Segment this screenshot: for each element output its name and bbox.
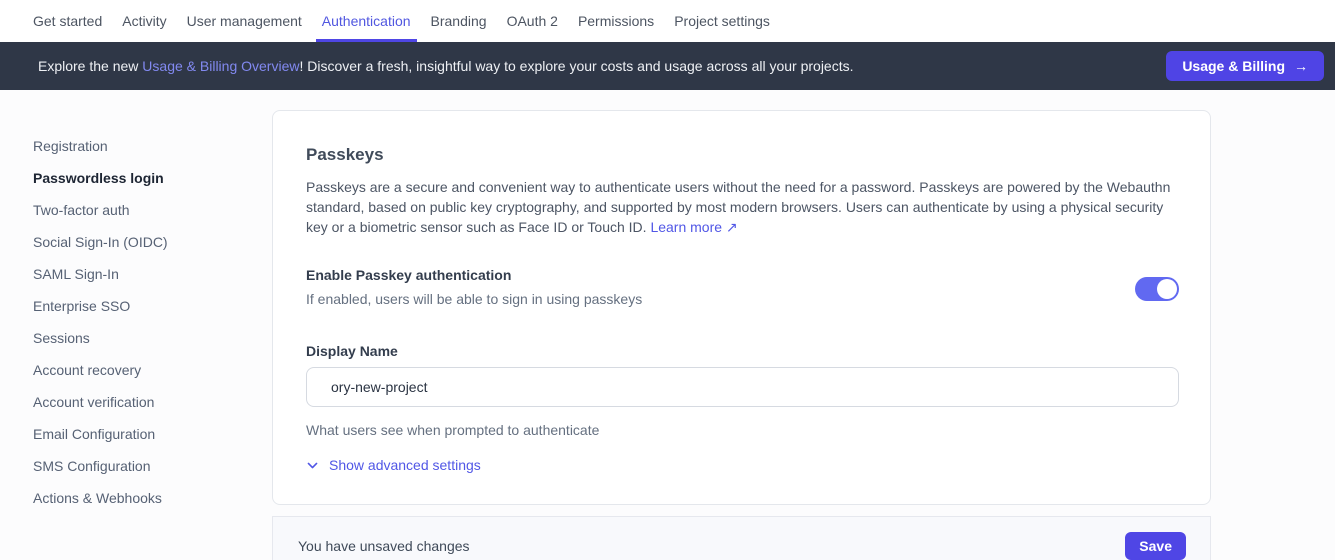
tab-branding[interactable]: Branding <box>425 0 493 42</box>
passkeys-section-title: Passkeys <box>306 145 384 165</box>
passkeys-card: Passkeys Passkeys are a secure and conve… <box>272 110 1211 505</box>
tab-authentication[interactable]: Authentication <box>316 0 417 42</box>
sidebar-item-actions-webhooks[interactable]: Actions & Webhooks <box>33 482 253 514</box>
content-area: Registration Passwordless login Two-fact… <box>0 90 1335 560</box>
show-advanced-settings-label: Show advanced settings <box>329 457 481 473</box>
toggle-knob <box>1157 279 1177 299</box>
top-navigation: Get started Activity User management Aut… <box>0 0 1335 42</box>
enable-passkey-toggle[interactable] <box>1135 277 1179 301</box>
learn-more-label: Learn more <box>650 219 722 235</box>
learn-more-link[interactable]: Learn more ↗ <box>650 219 737 235</box>
usage-billing-button[interactable]: Usage & Billing → <box>1166 51 1324 81</box>
sidebar-item-email-configuration[interactable]: Email Configuration <box>33 418 253 450</box>
banner-text-after: ! Discover a fresh, insightful way to ex… <box>299 58 853 74</box>
save-button[interactable]: Save <box>1125 532 1186 560</box>
display-name-helper: What users see when prompted to authenti… <box>306 422 599 438</box>
sidebar-item-enterprise-sso[interactable]: Enterprise SSO <box>33 290 253 322</box>
external-link-icon: ↗ <box>726 219 738 235</box>
sidebar-item-saml-sign-in[interactable]: SAML Sign-In <box>33 258 253 290</box>
sidebar-item-social-sign-in[interactable]: Social Sign-In (OIDC) <box>33 226 253 258</box>
sidebar-item-passwordless-login[interactable]: Passwordless login <box>33 162 253 194</box>
unsaved-changes-bar: You have unsaved changes Save <box>272 516 1211 560</box>
sidebar-item-account-recovery[interactable]: Account recovery <box>33 354 253 386</box>
show-advanced-settings-toggle[interactable]: Show advanced settings <box>306 457 481 473</box>
sidebar-item-two-factor-auth[interactable]: Two-factor auth <box>33 194 253 226</box>
tab-project-settings[interactable]: Project settings <box>668 0 776 42</box>
sidebar-item-sms-configuration[interactable]: SMS Configuration <box>33 450 253 482</box>
banner-text-before: Explore the new <box>38 58 142 74</box>
banner-message: Explore the new Usage & Billing Overview… <box>38 58 854 74</box>
tab-user-management[interactable]: User management <box>181 0 308 42</box>
usage-billing-button-label: Usage & Billing <box>1182 58 1285 74</box>
passkeys-description: Passkeys are a secure and convenient way… <box>306 177 1179 237</box>
enable-passkey-description: If enabled, users will be able to sign i… <box>306 291 642 307</box>
tab-get-started[interactable]: Get started <box>27 0 108 42</box>
unsaved-changes-text: You have unsaved changes <box>298 538 470 554</box>
passkeys-description-text: Passkeys are a secure and convenient way… <box>306 179 1170 235</box>
tab-permissions[interactable]: Permissions <box>572 0 660 42</box>
tab-activity[interactable]: Activity <box>116 0 172 42</box>
chevron-down-icon <box>306 459 319 472</box>
sidebar-item-registration[interactable]: Registration <box>33 130 253 162</box>
sidebar-item-sessions[interactable]: Sessions <box>33 322 253 354</box>
usage-billing-banner: Explore the new Usage & Billing Overview… <box>0 42 1335 90</box>
display-name-input[interactable] <box>306 367 1179 407</box>
usage-billing-overview-link[interactable]: Usage & Billing Overview <box>142 58 299 74</box>
display-name-label: Display Name <box>306 343 398 359</box>
auth-settings-sidebar: Registration Passwordless login Two-fact… <box>33 130 253 514</box>
enable-passkey-label: Enable Passkey authentication <box>306 267 511 283</box>
tab-oauth2[interactable]: OAuth 2 <box>501 0 564 42</box>
sidebar-item-account-verification[interactable]: Account verification <box>33 386 253 418</box>
arrow-right-icon: → <box>1294 58 1308 74</box>
